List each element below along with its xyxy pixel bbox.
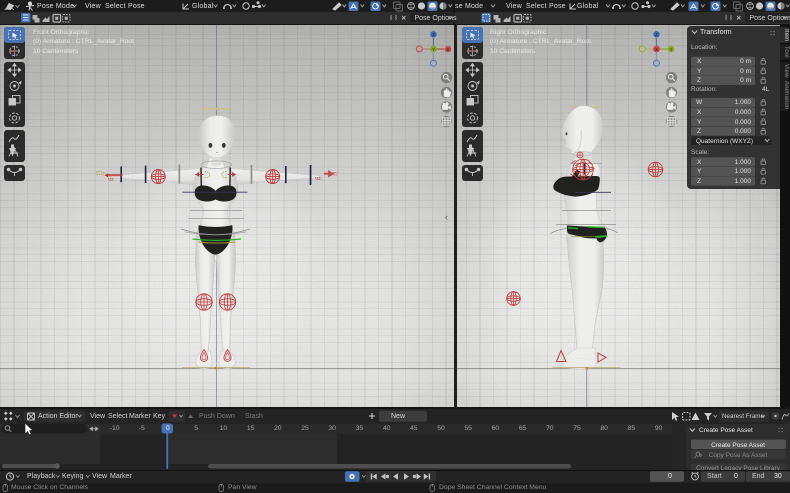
- svg-text:Y: Y: [669, 47, 672, 52]
- svg-text:Z: Z: [655, 32, 658, 37]
- svg-text:X: X: [446, 47, 449, 52]
- svg-text:Z: Z: [432, 32, 435, 37]
- svg-text:X: X: [655, 47, 658, 52]
- svg-text:Y: Y: [432, 47, 435, 52]
